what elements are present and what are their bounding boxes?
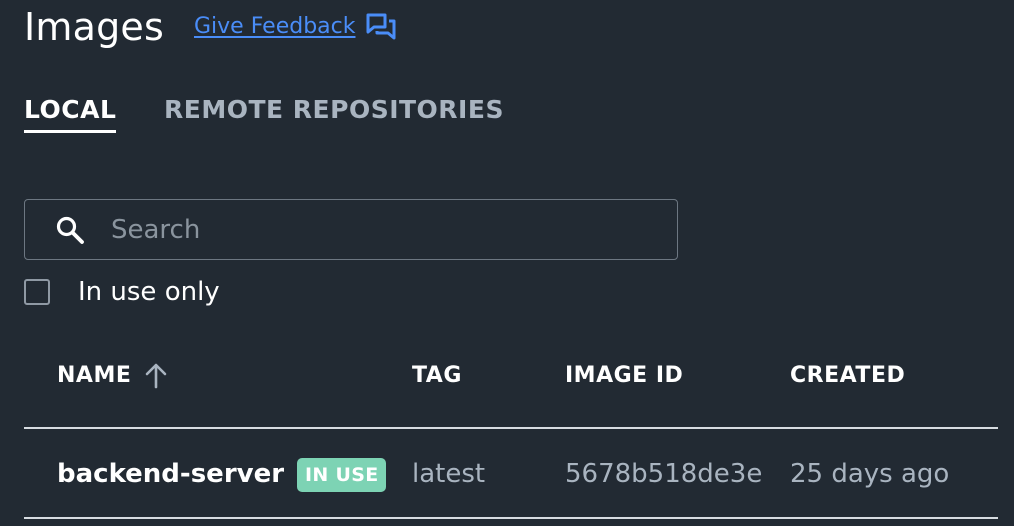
column-header-name-label[interactable]: NAME: [57, 361, 131, 391]
images-page: Images Give Feedback LOCAL REMOTE REPOSI…: [0, 0, 1014, 526]
tab-remote-repositories[interactable]: REMOTE REPOSITORIES: [164, 92, 504, 128]
active-tab-indicator: [24, 130, 116, 133]
in-use-badge: IN USE: [297, 458, 387, 492]
column-header-created[interactable]: CREATED: [790, 361, 905, 391]
search-box[interactable]: [24, 199, 678, 260]
image-id: 5678b518de3e: [565, 459, 763, 489]
image-tag: latest: [412, 459, 486, 489]
column-header-name[interactable]: NAME: [57, 361, 169, 391]
give-feedback-label[interactable]: Give Feedback: [194, 13, 355, 41]
image-name: backend-server: [57, 459, 285, 489]
in-use-only-label[interactable]: In use only: [78, 276, 220, 308]
give-feedback-link[interactable]: Give Feedback: [194, 12, 397, 42]
table-row[interactable]: backend-server IN USE latest 5678b518de3…: [24, 429, 998, 517]
search-icon: [56, 216, 84, 244]
column-header-tag[interactable]: TAG: [412, 361, 462, 391]
table-row-divider: [24, 517, 998, 519]
tab-local[interactable]: LOCAL: [24, 92, 116, 128]
sort-ascending-arrow-icon[interactable]: [143, 362, 169, 390]
feedback-chat-icon[interactable]: [365, 12, 397, 42]
page-title: Images: [24, 5, 165, 49]
search-input[interactable]: [109, 210, 653, 250]
image-created: 25 days ago: [790, 459, 950, 489]
column-header-image-id[interactable]: IMAGE ID: [565, 361, 683, 391]
in-use-only-checkbox[interactable]: [24, 279, 50, 305]
in-use-only-filter[interactable]: In use only: [24, 276, 220, 308]
